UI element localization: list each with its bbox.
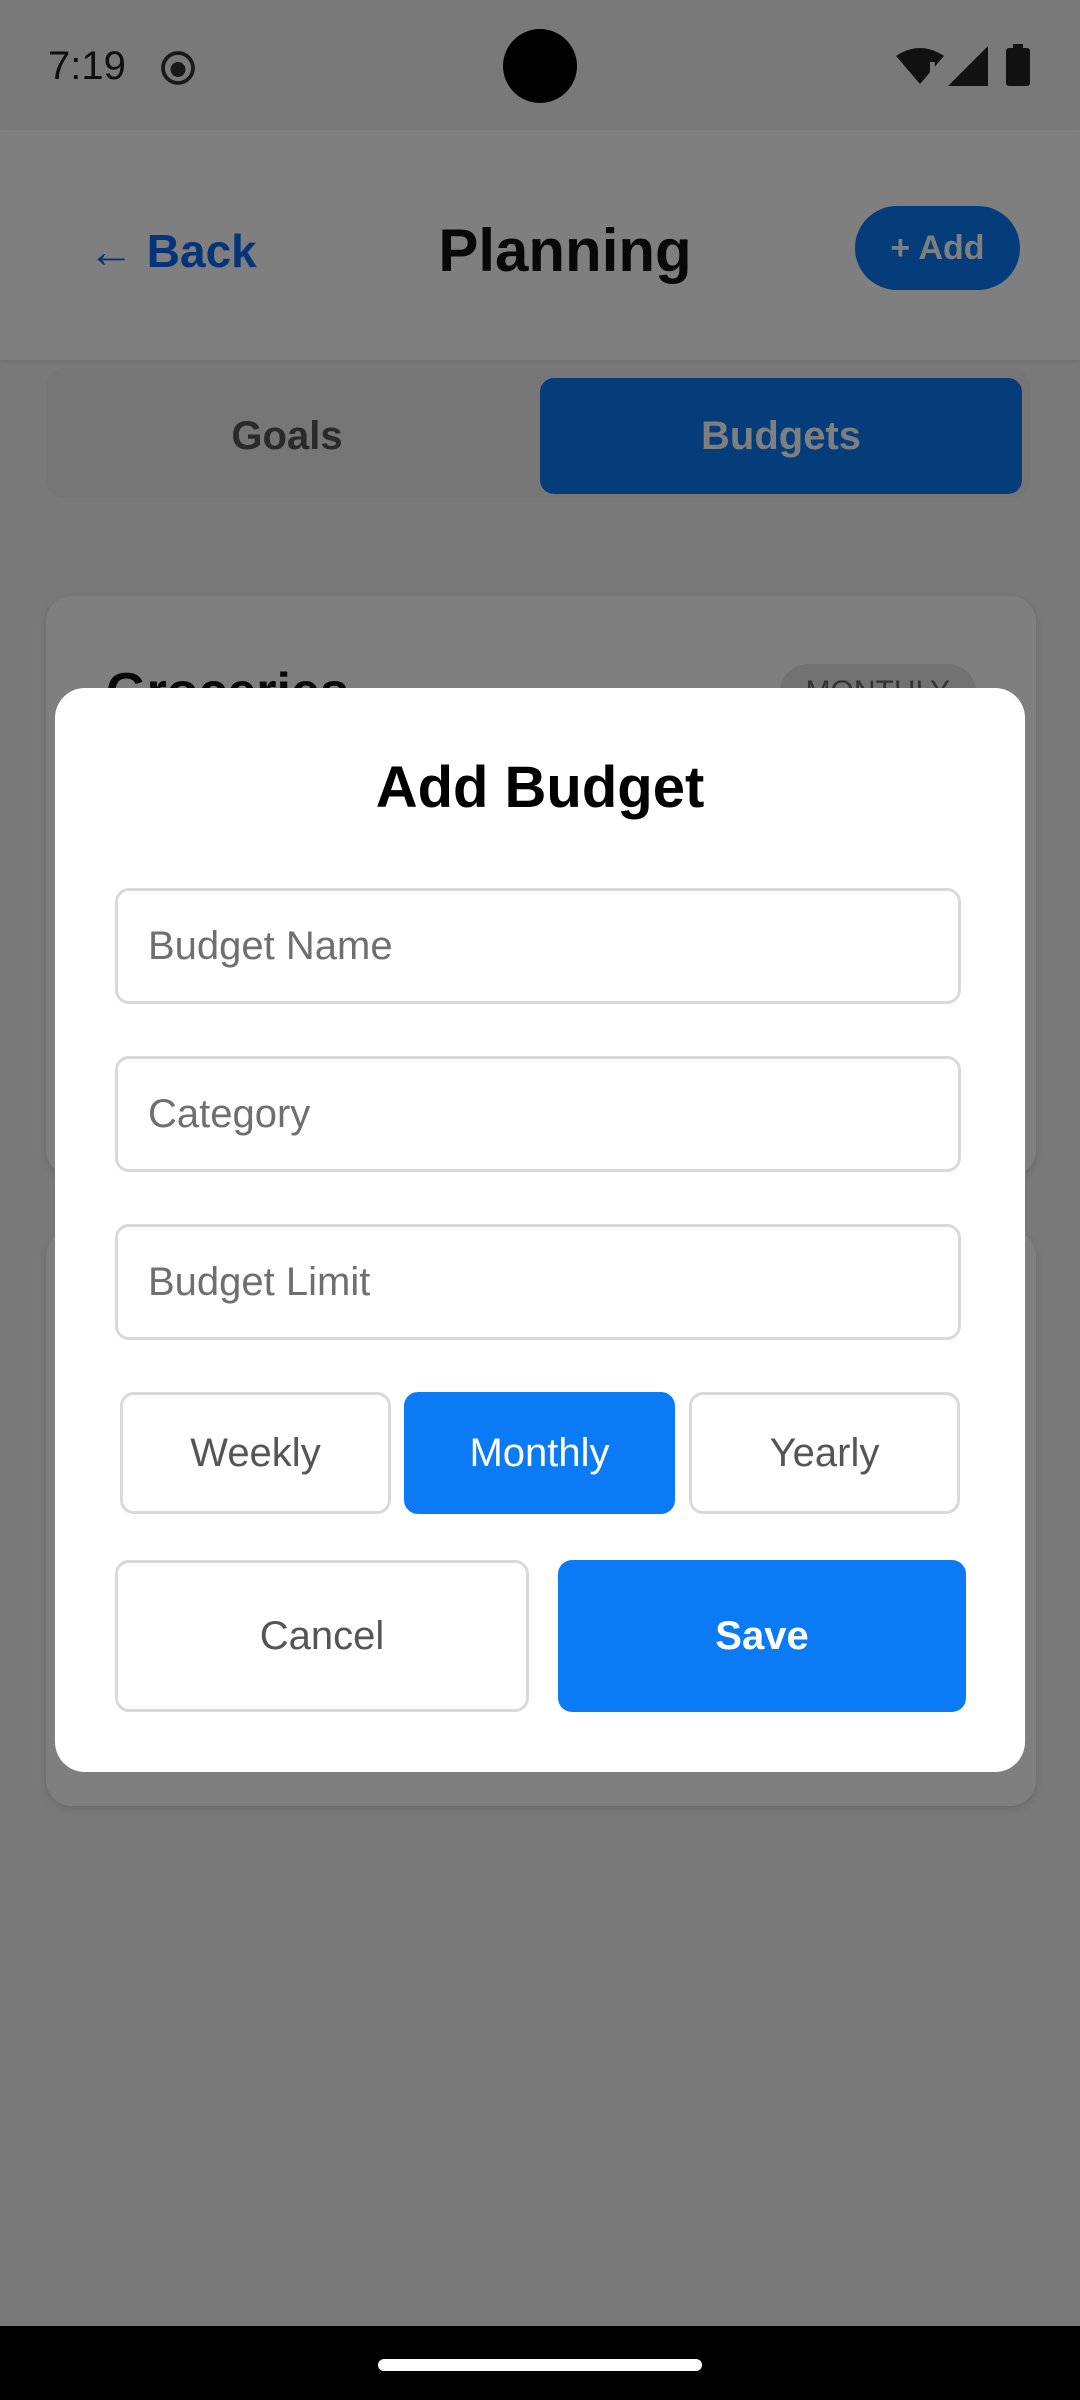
period-weekly-button[interactable]: Weekly xyxy=(120,1392,391,1514)
budget-name-input[interactable] xyxy=(115,888,961,1004)
cancel-button[interactable]: Cancel xyxy=(115,1560,529,1712)
save-button[interactable]: Save xyxy=(558,1560,966,1712)
add-budget-dialog: Add Budget Weekly Monthly Yearly Cancel … xyxy=(55,688,1025,1772)
period-yearly-button[interactable]: Yearly xyxy=(689,1392,960,1514)
category-input[interactable] xyxy=(115,1056,961,1172)
budget-limit-input[interactable] xyxy=(115,1224,961,1340)
home-gesture-handle[interactable] xyxy=(378,2359,702,2371)
period-monthly-button[interactable]: Monthly xyxy=(404,1392,675,1514)
system-nav-bar xyxy=(0,2326,1080,2400)
dialog-title: Add Budget xyxy=(375,755,705,820)
